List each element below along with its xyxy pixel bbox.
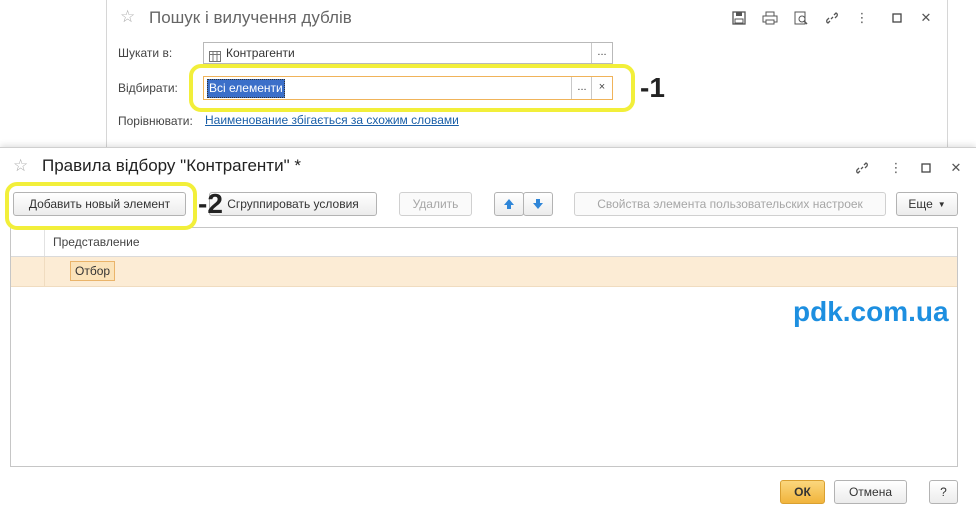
- delete-button[interactable]: Удалить: [399, 192, 472, 216]
- chevron-down-icon: ▼: [937, 199, 946, 209]
- dialog-link-icon[interactable]: [854, 160, 870, 176]
- bg-window-title: Пошук і вилучення дублів: [149, 8, 352, 27]
- highlight-1: [189, 64, 635, 112]
- print-icon[interactable]: [762, 10, 778, 26]
- cancel-button[interactable]: Отмена: [834, 480, 907, 504]
- more-vertical-icon[interactable]: ⋮: [854, 10, 870, 26]
- compare-link[interactable]: Наименование збігається за схожим словам…: [205, 113, 459, 127]
- dialog-favorite-star-icon[interactable]: ☆: [13, 156, 28, 176]
- dialog-more-vertical-icon[interactable]: ⋮: [888, 160, 904, 176]
- ok-button[interactable]: ОК: [780, 480, 825, 504]
- dialog-close-icon[interactable]: ✕: [948, 160, 964, 176]
- group-conditions-button[interactable]: Сгруппировать условия: [209, 192, 377, 216]
- highlight-2: [5, 182, 197, 230]
- dialog-title: Правила відбору "Контрагенти" *: [42, 156, 301, 175]
- watermark: pdk.com.ua: [793, 296, 949, 327]
- help-button[interactable]: ?: [929, 480, 958, 504]
- move-down-button[interactable]: [523, 192, 553, 216]
- more-menu-label: Еще: [908, 197, 933, 211]
- close-icon[interactable]: ✕: [918, 10, 934, 26]
- save-icon[interactable]: [731, 10, 747, 26]
- more-menu-button[interactable]: Еще ▼: [896, 192, 958, 216]
- preview-icon[interactable]: [793, 10, 809, 26]
- select-label: Відбирати:: [118, 81, 178, 95]
- search-in-label: Шукати в:: [118, 46, 173, 60]
- filter-grid[interactable]: Представление Отбор: [10, 227, 958, 467]
- choose-button[interactable]: ...: [591, 43, 612, 63]
- arrow-up-icon: [504, 199, 514, 209]
- table-row[interactable]: Отбор: [11, 257, 957, 287]
- arrow-down-icon: [533, 199, 543, 209]
- grid-header: Представление: [11, 228, 957, 257]
- search-in-field[interactable]: Контрагенти ...: [203, 42, 613, 64]
- link-icon[interactable]: [824, 10, 840, 26]
- compare-label: Порівнювати:: [118, 114, 193, 128]
- column-header-representation[interactable]: Представление: [53, 235, 140, 249]
- maximize-icon[interactable]: [889, 10, 905, 26]
- marker-1: -1: [640, 72, 665, 103]
- element-properties-button[interactable]: Свойства элемента пользовательских настр…: [574, 192, 886, 216]
- row-label[interactable]: Отбор: [70, 261, 116, 281]
- favorite-star-icon[interactable]: ☆: [120, 7, 135, 27]
- move-up-button[interactable]: [494, 192, 524, 216]
- marker-2: -2: [198, 188, 223, 219]
- search-in-value: Контрагенти: [226, 46, 295, 60]
- dialog-maximize-icon[interactable]: [918, 160, 934, 176]
